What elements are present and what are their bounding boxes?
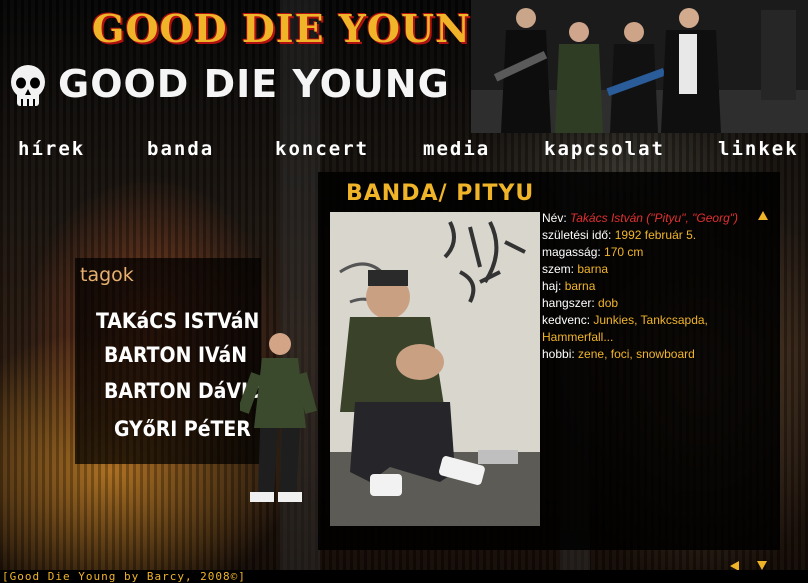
nav-hirek[interactable]: hírek [18,138,85,160]
member-barton-ivan[interactable]: BARTON IVáN [104,343,247,367]
nav-linkek[interactable]: linkek [718,138,799,160]
profile-row-name: Név: Takács István ("Pityu", "Georg") [542,211,739,225]
profile-row-eyes: szem: barna [542,262,609,276]
member-gyori-peter[interactable]: GYőRI PéTER [114,417,251,441]
nav-koncert[interactable]: koncert [275,138,369,160]
profile-row-favorites: kedvenc: Junkies, Tankcsapda, Hammerfall… [542,313,708,344]
profile-row-hobby: hobbi: zene, foci, snowboard [542,347,695,361]
band-photo [471,0,808,133]
profile-info: Név: Takács István ("Pityu", "Georg") sz… [542,210,762,363]
scroll-up-arrow-icon[interactable] [758,211,768,220]
profile-row-height: magasság: 170 cm [542,245,644,259]
profile-row-hair: haj: barna [542,279,596,293]
nav-kapcsolat[interactable]: kapcsolat [544,138,665,160]
site-title-top: GOOD DIE YOUNG [92,6,505,51]
site-logo-text[interactable]: GOOD DIE YOUNG [58,62,450,106]
profile-row-birth: születési idő: 1992 február 5. [542,228,697,242]
nav-media[interactable]: media [423,138,490,160]
members-title: tagok [80,264,134,286]
footer-copyright: [Good Die Young by Barcy, 2008©] [2,570,246,583]
member-takacs-istvan[interactable]: TAKáCS ISTVáN [96,309,259,333]
member-photo [330,212,540,526]
section-title: BANDA/ PITYU [346,181,535,206]
main-nav: hírek banda koncert media kapcsolat link… [0,134,808,168]
scroll-down-arrow-icon[interactable] [757,561,767,570]
member-figure-image [240,333,317,502]
nav-banda[interactable]: banda [147,138,214,160]
profile-name-value: Takács István ("Pityu", "Georg") [570,211,739,225]
skull-icon [11,65,45,106]
profile-row-instrument: hangszer: dob [542,296,619,310]
